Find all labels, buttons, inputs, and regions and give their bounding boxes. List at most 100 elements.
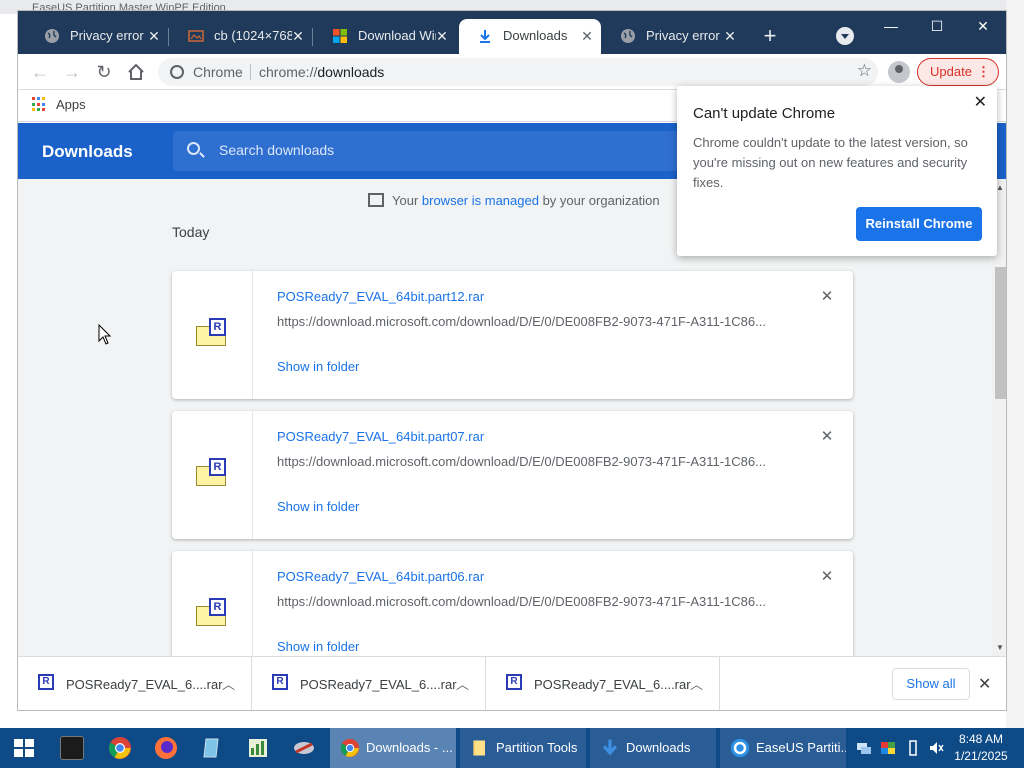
taskbar-button-label: EaseUS Partiti... (756, 740, 846, 755)
reload-button[interactable]: ↻ (92, 60, 116, 84)
card-divider (252, 551, 253, 656)
tab-privacy-error-2[interactable]: Privacy error ✕ (602, 19, 744, 54)
scroll-up-icon[interactable]: ▲ (996, 183, 1004, 192)
managed-suffix: by your organization (538, 193, 660, 208)
chevron-up-icon[interactable]: ︿ (456, 674, 469, 693)
tab-separator (312, 28, 313, 46)
update-button[interactable]: Update ⋮ (917, 58, 999, 86)
download-filename-link[interactable]: POSReady7_EVAL_64bit.part07.rar (277, 429, 484, 444)
page-title: Downloads (42, 142, 133, 161)
remove-download-button[interactable]: ✕ (817, 567, 837, 587)
shelf-download-item[interactable]: R POSReady7_EVAL_6....rar ︿ (252, 657, 486, 710)
taskbar-easeus-button[interactable]: EaseUS Partiti... (720, 728, 846, 768)
rar-file-icon: R (196, 318, 228, 346)
spreadsheet-icon[interactable] (246, 736, 270, 760)
scroll-down-icon[interactable]: ▼ (996, 643, 1004, 652)
site-label: Chrome (193, 64, 243, 80)
date-header: Today (172, 224, 210, 240)
minimize-button[interactable]: — (868, 13, 914, 39)
tab-label: Privacy error (646, 28, 720, 43)
tab-label: Download Windows (358, 28, 436, 43)
clock-time: 8:48 AM (958, 732, 1004, 746)
tab-search-button[interactable] (836, 27, 854, 45)
network-tray-icon[interactable] (856, 740, 872, 756)
profile-avatar-icon[interactable] (888, 61, 910, 83)
download-filename-link[interactable]: POSReady7_EVAL_64bit.part06.rar (277, 569, 484, 584)
usb-tray-icon[interactable] (905, 740, 921, 756)
update-label: Update (930, 64, 972, 79)
new-tab-button[interactable]: + (758, 25, 782, 49)
cant-update-chrome-dialog: Can't update Chrome ✕ Chrome couldn't up… (677, 86, 997, 256)
tab-close-button[interactable]: ✕ (288, 26, 308, 46)
tab-close-button[interactable]: ✕ (577, 26, 597, 46)
easeus-icon (730, 738, 750, 758)
shelf-download-item[interactable]: R POSReady7_EVAL_6....rar ︿ (18, 657, 252, 710)
managed-link[interactable]: browser is managed (422, 193, 539, 208)
windows-start-icon[interactable] (14, 739, 34, 757)
home-button[interactable] (124, 60, 148, 84)
picture-icon (188, 30, 204, 42)
close-shelf-icon[interactable]: ✕ (978, 674, 991, 694)
tab-downloads[interactable]: Downloads ✕ (459, 19, 601, 54)
download-url[interactable]: https://download.microsoft.com/download/… (277, 594, 782, 609)
chrome-icon[interactable] (108, 736, 132, 760)
show-all-button[interactable]: Show all (892, 668, 970, 700)
rar-file-icon: R (272, 674, 288, 690)
url-scheme: chrome:// (259, 64, 318, 80)
tab-label: cb (1024×768) (214, 28, 292, 43)
close-dialog-icon[interactable]: ✕ (974, 92, 987, 112)
remove-download-button[interactable]: ✕ (817, 287, 837, 307)
search-icon (187, 142, 200, 155)
chevron-up-icon[interactable]: ︿ (690, 674, 703, 693)
tab-close-button[interactable]: ✕ (720, 26, 740, 46)
chrome-icon (340, 738, 360, 758)
shelf-item-label: POSReady7_EVAL_6....rar (534, 677, 691, 692)
address-bar[interactable]: Chrome chrome://downloads ☆ (158, 58, 878, 86)
microsoft-logo-icon (333, 29, 347, 43)
search-placeholder: Search downloads (219, 142, 335, 158)
close-window-button[interactable]: ✕ (960, 13, 1006, 39)
managed-notice: Your browser is managed by your organiza… (368, 193, 660, 208)
display-tray-icon[interactable] (880, 740, 896, 756)
shelf-download-item[interactable]: R POSReady7_EVAL_6....rar ︿ (486, 657, 720, 710)
chevron-up-icon[interactable]: ︿ (222, 674, 235, 693)
bookmark-star-icon[interactable]: ☆ (857, 61, 872, 81)
taskbar-partition-tools-button[interactable]: Partition Tools (460, 728, 586, 768)
back-button[interactable]: ← (28, 60, 52, 84)
mouse-cursor-icon (98, 324, 112, 345)
firefox-icon[interactable] (154, 736, 178, 760)
download-url[interactable]: https://download.microsoft.com/download/… (277, 454, 782, 469)
globe-icon (45, 29, 59, 43)
system-clock[interactable]: 8:48 AM 1/21/2025 (946, 731, 1016, 765)
rar-file-icon: R (196, 598, 228, 626)
menu-dots-icon: ⋮ (977, 64, 990, 79)
tab-privacy-error-1[interactable]: Privacy error ✕ (26, 19, 168, 54)
tab-close-button[interactable]: ✕ (144, 26, 164, 46)
download-filename-link[interactable]: POSReady7_EVAL_64bit.part12.rar (277, 289, 484, 304)
tab-cb-image[interactable]: cb (1024×768) ✕ (170, 19, 312, 54)
apps-link[interactable]: Apps (56, 97, 86, 112)
search-downloads-input[interactable]: Search downloads (173, 131, 693, 171)
reinstall-chrome-button[interactable]: Reinstall Chrome (856, 207, 982, 241)
shelf-item-label: POSReady7_EVAL_6....rar (300, 677, 457, 692)
volume-muted-icon[interactable] (928, 740, 944, 756)
network-tool-icon[interactable] (292, 736, 316, 760)
clock-date: 1/21/2025 (954, 749, 1008, 763)
scrollbar-thumb[interactable] (995, 267, 1006, 399)
maximize-button[interactable]: ☐ (914, 13, 960, 39)
apps-grid-icon[interactable] (32, 97, 47, 112)
taskbar-chrome-downloads-button[interactable]: Downloads - ... (330, 728, 456, 768)
remove-download-button[interactable]: ✕ (817, 427, 837, 447)
home-icon (128, 63, 144, 80)
forward-button[interactable]: → (60, 60, 84, 84)
terminal-icon[interactable] (60, 736, 84, 760)
notepad-icon[interactable] (200, 736, 224, 760)
show-in-folder-link[interactable]: Show in folder (277, 639, 359, 654)
taskbar-downloads-folder-button[interactable]: Downloads (590, 728, 716, 768)
show-in-folder-link[interactable]: Show in folder (277, 359, 359, 374)
download-item: R POSReady7_EVAL_64bit.part06.rar https:… (172, 551, 853, 656)
show-in-folder-link[interactable]: Show in folder (277, 499, 359, 514)
download-url[interactable]: https://download.microsoft.com/download/… (277, 314, 782, 329)
tab-close-button[interactable]: ✕ (432, 26, 452, 46)
tab-download-windows[interactable]: Download Windows ✕ (314, 19, 456, 54)
